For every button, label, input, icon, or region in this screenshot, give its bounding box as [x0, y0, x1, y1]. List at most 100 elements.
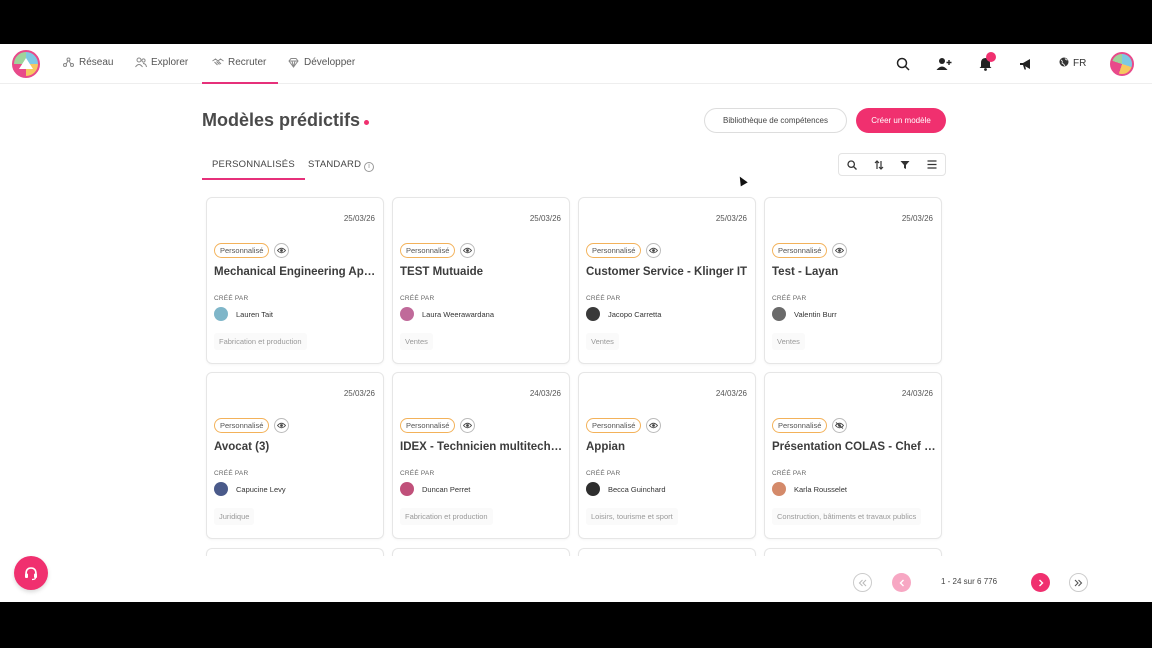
model-name[interactable]: Customer Service - Klinger IT — [586, 266, 752, 278]
diamond-icon — [288, 57, 299, 68]
title-dot — [364, 120, 370, 125]
add-user-icon[interactable] — [936, 56, 952, 72]
card-date: 24/03/26 — [715, 389, 747, 398]
last-page-button[interactable] — [1069, 573, 1088, 592]
card-date: 25/03/26 — [901, 214, 933, 223]
created-by-label: CRÉÉ PAR — [772, 470, 807, 477]
category-tag: Fabrication et production — [214, 333, 307, 350]
author-avatar — [772, 482, 786, 496]
handshake-icon — [212, 57, 224, 68]
language-selector[interactable]: FR — [1059, 57, 1086, 70]
card-date: 25/03/26 — [343, 214, 375, 223]
created-by-label: CRÉÉ PAR — [214, 295, 249, 302]
megaphone-icon[interactable] — [1018, 56, 1034, 72]
model-name[interactable]: Mechanical Engineering Applications — [214, 266, 380, 278]
search-icon[interactable] — [839, 154, 866, 175]
author-avatar — [214, 307, 228, 321]
eye-icon[interactable] — [646, 418, 662, 433]
eye-icon[interactable] — [832, 243, 848, 258]
support-button[interactable] — [14, 556, 48, 590]
model-card[interactable]: 25/03/26 Personnalisé Mechanical Engineeri… — [206, 197, 384, 364]
filter-icon[interactable] — [892, 154, 919, 175]
user-avatar[interactable] — [1110, 52, 1134, 76]
model-card[interactable]: 25/03/26 Personnalisé Avocat (3) CRÉÉ PAR Ca… — [206, 372, 384, 539]
headset-icon — [25, 567, 37, 581]
author-avatar — [400, 307, 414, 321]
notification-badge — [986, 52, 996, 62]
model-name[interactable]: TEST Mutuaide — [400, 266, 566, 278]
card-date: 25/03/26 — [343, 389, 375, 398]
eye-icon[interactable] — [274, 418, 290, 433]
tab-standard[interactable]: STANDARD i — [308, 159, 375, 172]
category-tag: Ventes — [586, 333, 619, 350]
search-icon[interactable] — [895, 56, 911, 72]
model-card[interactable]: 24/03/26 Personnalisé Appian CRÉÉ PAR Becca … — [578, 372, 756, 539]
pagination-bar: 1 - 24 sur 6 776 — [0, 556, 1152, 602]
card-badge-row: Personnalisé — [586, 243, 662, 258]
app-logo[interactable] — [12, 50, 40, 78]
eye-icon[interactable] — [274, 243, 290, 258]
model-name[interactable]: Appian — [586, 441, 752, 453]
author-name: Duncan Perret — [422, 484, 471, 494]
app-screen: Réseau Explorer Recruter Développer FR M… — [0, 44, 1152, 602]
author: Valentin Burr — [772, 307, 837, 321]
double-chevron-right-icon — [1074, 579, 1083, 586]
author-avatar — [214, 482, 228, 496]
author-name: Becca Guinchard — [608, 484, 666, 494]
author-name: Capucine Levy — [236, 484, 286, 494]
author-avatar — [586, 482, 600, 496]
model-name[interactable]: IDEX - Technicien multitechnique — [400, 441, 566, 453]
language-label: FR — [1073, 58, 1087, 69]
author: Capucine Levy — [214, 482, 286, 496]
author-name: Lauren Tait — [236, 309, 273, 319]
nav-item-developper[interactable]: Développer — [288, 57, 355, 68]
type-badge: Personnalisé — [214, 243, 270, 258]
tab-personnalises[interactable]: PERSONNALISÉS — [202, 159, 305, 180]
chevron-right-icon — [1038, 579, 1043, 586]
author-avatar — [772, 307, 786, 321]
double-chevron-left-icon — [858, 579, 867, 586]
card-badge-row: Personnalisé — [214, 418, 290, 433]
card-date: 25/03/26 — [715, 214, 747, 223]
model-name[interactable]: Présentation COLAS - Chef de chantier — [772, 441, 938, 453]
network-icon — [63, 57, 74, 68]
model-card[interactable]: 25/03/26 Personnalisé Test - Layan CRÉÉ PAR… — [764, 197, 942, 364]
nav-item-reseau[interactable]: Réseau — [63, 57, 113, 68]
nav-item-recruter[interactable]: Recruter — [201, 57, 279, 84]
type-badge: Personnalisé — [772, 418, 828, 433]
card-badge-row: Personnalisé — [772, 418, 848, 433]
category-tag: Juridique — [214, 508, 255, 525]
author: Lauren Tait — [214, 307, 273, 321]
first-page-button[interactable] — [853, 573, 872, 592]
eye-icon[interactable] — [646, 243, 662, 258]
eye-icon[interactable] — [460, 418, 476, 433]
author-avatar — [400, 482, 414, 496]
author-name: Karla Rousselet — [794, 484, 847, 494]
eye-icon[interactable] — [460, 243, 476, 258]
card-badge-row: Personnalisé — [772, 243, 848, 258]
tab-label: STANDARD — [308, 159, 362, 170]
author: Jacopo Carretta — [586, 307, 661, 321]
model-card[interactable]: 24/03/26 Personnalisé Présentation COLAS -… — [764, 372, 942, 539]
page-title-text: Modèles prédictifs — [202, 110, 361, 130]
menu-icon[interactable] — [919, 154, 946, 175]
skills-library-button[interactable]: Bibliothèque de compétences — [704, 108, 847, 133]
author-name: Laura Weerawardana — [422, 309, 494, 319]
model-name[interactable]: Avocat (3) — [214, 441, 380, 453]
eye-off-icon[interactable] — [832, 418, 848, 433]
create-model-button[interactable]: Créer un modèle — [856, 108, 946, 133]
next-page-button[interactable] — [1031, 573, 1050, 592]
type-badge: Personnalisé — [400, 243, 456, 258]
type-badge: Personnalisé — [772, 243, 828, 258]
sort-icon[interactable] — [866, 154, 893, 175]
info-icon[interactable]: i — [364, 162, 375, 172]
created-by-label: CRÉÉ PAR — [400, 470, 435, 477]
model-name[interactable]: Test - Layan — [772, 266, 938, 278]
model-card[interactable]: 24/03/26 Personnalisé IDEX - Technicien mu… — [392, 372, 570, 539]
type-badge: Personnalisé — [586, 243, 642, 258]
model-card[interactable]: 25/03/26 Personnalisé TEST Mutuaide CRÉÉ PA… — [392, 197, 570, 364]
card-date: 25/03/26 — [529, 214, 561, 223]
previous-page-button[interactable] — [892, 573, 911, 592]
nav-item-explorer[interactable]: Explorer — [135, 57, 188, 68]
model-card[interactable]: 25/03/26 Personnalisé Customer Service - K… — [578, 197, 756, 364]
